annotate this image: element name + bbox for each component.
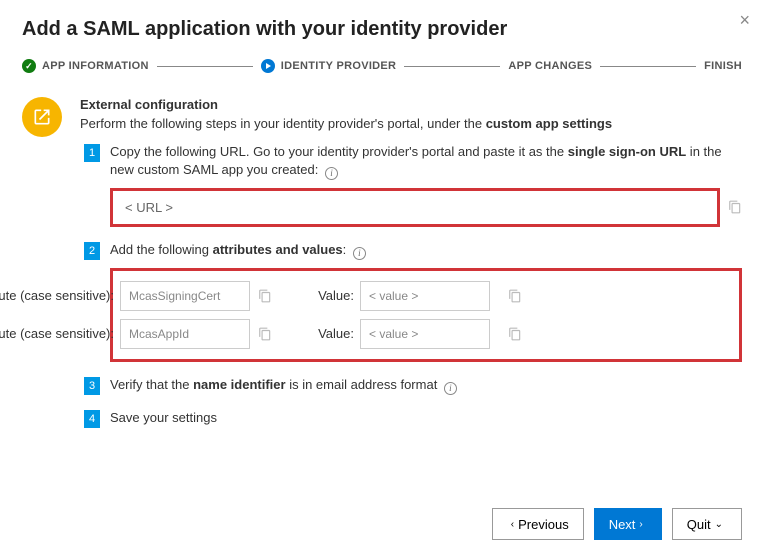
step-identity-provider: IDENTITY PROVIDER: [261, 59, 397, 73]
divider: [600, 66, 696, 67]
step-finish: FINISH: [704, 60, 742, 72]
step-number-2: 2: [84, 242, 100, 260]
value-2-input[interactable]: [360, 319, 490, 349]
info-icon[interactable]: i: [444, 382, 457, 395]
step-number-4: 4: [84, 410, 100, 428]
copy-icon[interactable]: [508, 327, 522, 341]
value-label: Value:: [290, 288, 360, 303]
chevron-left-icon: ‹: [511, 519, 514, 530]
external-link-icon: [22, 97, 62, 137]
step-4-text: Save your settings: [110, 409, 742, 428]
next-button[interactable]: Next›: [594, 508, 662, 540]
copy-icon[interactable]: [258, 327, 272, 341]
attribute-2-input[interactable]: [120, 319, 250, 349]
page-title: Add a SAML application with your identit…: [22, 18, 742, 41]
divider: [157, 66, 253, 67]
copy-icon[interactable]: [258, 289, 272, 303]
value-1-input[interactable]: [360, 281, 490, 311]
section-description: Perform the following steps in your iden…: [80, 116, 742, 131]
step-app-information: ✓ APP INFORMATION: [22, 59, 149, 73]
chevron-right-icon: ›: [639, 519, 642, 530]
play-icon: [261, 59, 275, 73]
check-icon: ✓: [22, 59, 36, 73]
copy-icon[interactable]: [508, 289, 522, 303]
url-input[interactable]: < URL >: [110, 188, 720, 227]
attributes-block: Attribute (case sensitive): Value: Attri…: [110, 268, 742, 362]
step-2-text: Add the following attributes and values:…: [110, 241, 742, 260]
close-icon[interactable]: ×: [739, 10, 750, 31]
quit-button[interactable]: Quit⌄: [672, 508, 742, 540]
section-title: External configuration: [80, 97, 742, 112]
step-number-1: 1: [84, 144, 100, 162]
value-label: Value:: [290, 326, 360, 341]
chevron-down-icon: ⌄: [715, 519, 723, 530]
attribute-label: Attribute (case sensitive):: [0, 326, 120, 341]
wizard-steps: ✓ APP INFORMATION IDENTITY PROVIDER APP …: [22, 59, 742, 73]
attribute-label: Attribute (case sensitive):: [0, 288, 120, 303]
step-app-changes: APP CHANGES: [508, 60, 592, 72]
info-icon[interactable]: i: [325, 167, 338, 180]
step-3-text: Verify that the name identifier is in em…: [110, 376, 742, 395]
attribute-1-input[interactable]: [120, 281, 250, 311]
step-1-text: Copy the following URL. Go to your ident…: [110, 143, 742, 180]
step-number-3: 3: [84, 377, 100, 395]
divider: [404, 66, 500, 67]
info-icon[interactable]: i: [353, 247, 366, 260]
previous-button[interactable]: ‹Previous: [492, 508, 584, 540]
copy-icon[interactable]: [728, 200, 742, 214]
